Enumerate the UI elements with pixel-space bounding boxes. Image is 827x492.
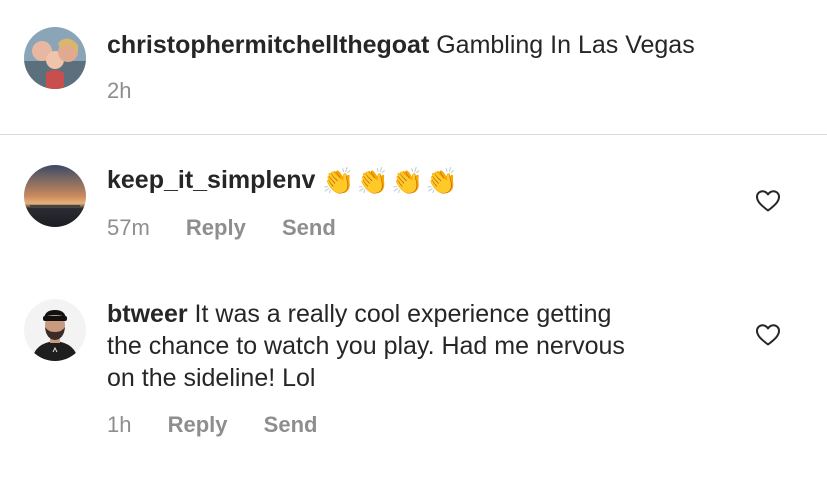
caption-text-line: christophermitchellthegoat Gambling In L… [107,29,695,61]
comment-text: on the sideline! Lol [107,364,316,392]
comments-screen: christophermitchellthegoat Gambling In L… [0,0,827,492]
comment-text-line: keep_it_simplenv 👏👏👏👏 [107,164,460,197]
comment-meta: 57m Reply Send [107,215,336,241]
reply-button[interactable]: Reply [168,412,228,438]
comment-meta: 1h Reply Send [107,412,317,438]
caption-meta: 2h [107,78,131,104]
comment-time: 1h [107,412,132,437]
comment-username[interactable]: keep_it_simplenv [107,166,315,194]
reply-button[interactable]: Reply [186,215,246,241]
send-button[interactable]: Send [264,412,318,438]
comment-text: the chance to watch you play. Had me ner… [107,332,625,360]
caption-username[interactable]: christophermitchellthegoat [107,31,429,59]
comment-time: 57m [107,215,150,240]
caption-time: 2h [107,78,132,103]
avatar[interactable] [24,299,86,361]
send-button[interactable]: Send [282,215,336,241]
comment-text: It was a really cool experience getting [194,300,612,328]
post-caption: christophermitchellthegoat Gambling In L… [0,0,827,135]
like-heart-icon[interactable] [755,323,781,347]
comment-username[interactable]: btweer [107,300,188,328]
comment-text: 👏👏👏👏 [322,166,460,196]
comment-text-line: btweer It was a really cool experience g… [107,298,611,330]
comment-text-line: the chance to watch you play. Had me ner… [107,330,625,362]
avatar[interactable] [24,165,86,227]
like-heart-icon[interactable] [755,189,781,213]
caption-text: Gambling In Las Vegas [436,31,695,59]
comment-text-line: on the sideline! Lol [107,362,315,394]
avatar[interactable] [24,27,86,89]
